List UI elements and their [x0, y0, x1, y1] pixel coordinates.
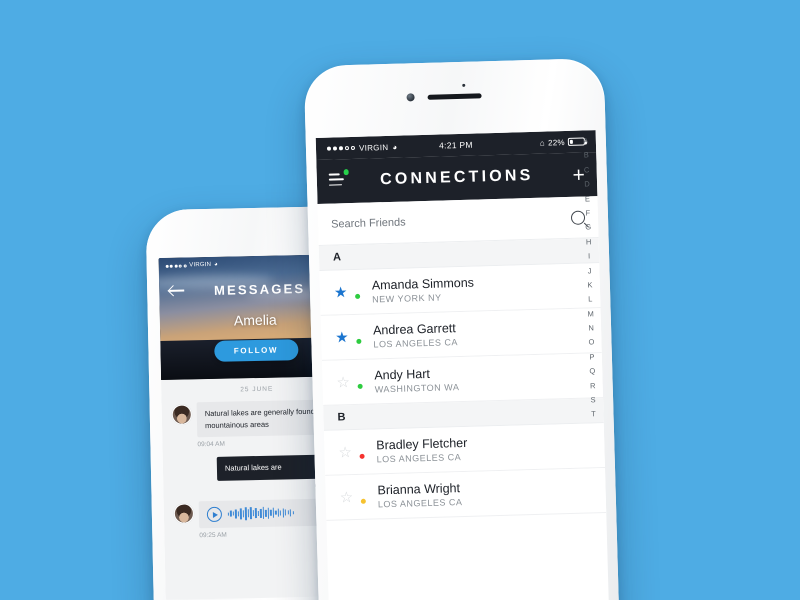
star-outline-icon[interactable]: ☆ — [336, 373, 352, 391]
search-input[interactable]: Search Friends — [331, 216, 406, 230]
proximity-sensor-icon — [462, 83, 466, 87]
earpiece-speaker — [427, 93, 482, 100]
contact-location: LOS ANGELES CA — [376, 452, 462, 465]
contact-row[interactable]: ★ Andrea Garrett LOS ANGELES CA — [320, 308, 602, 361]
contact-row[interactable]: ☆ Andy Hart WASHINGTON WA — [321, 353, 604, 406]
back-arrow-icon[interactable] — [169, 284, 185, 296]
contact-location: LOS ANGELES CA — [377, 497, 463, 510]
contact-row[interactable]: ★ Amanda Simmons NEW YORK NY — [319, 263, 601, 316]
connections-screen: VIRGIN ◕ 4:21 PM ⌂ 22% CONNECTIONS + Sea… — [315, 130, 611, 600]
contact-name: Bradley Fletcher — [376, 435, 468, 453]
contact-name: Amanda Simmons — [371, 275, 475, 293]
contact-name: Andy Hart — [374, 366, 431, 383]
presence-dot-online — [354, 292, 362, 300]
page-title: CONNECTIONS — [379, 166, 534, 189]
carrier-label: VIRGIN — [358, 142, 389, 153]
carrier-label: VIRGIN — [189, 261, 212, 269]
waveform — [227, 506, 294, 521]
presence-dot-busy — [358, 452, 366, 460]
clock: 4:21 PM — [438, 139, 473, 151]
contact-location: LOS ANGELES CA — [373, 337, 459, 350]
contact-meta: Andrea Garrett LOS ANGELES CA — [373, 321, 458, 349]
alphabet-index-m[interactable]: M — [587, 307, 594, 322]
notification-badge-dot — [343, 169, 349, 176]
contact-row[interactable]: ☆ Bradley Fletcher LOS ANGELES CA — [323, 423, 606, 476]
alphabet-index-d[interactable]: D — [584, 178, 590, 193]
play-icon[interactable] — [206, 506, 223, 522]
alphabet-index-p[interactable]: P — [589, 350, 594, 365]
avatar — [173, 503, 195, 524]
alphabet-index-i[interactable]: I — [588, 250, 590, 264]
alphabet-index-s[interactable]: S — [590, 393, 595, 408]
alphabet-index-k[interactable]: K — [587, 278, 592, 293]
hamburger-menu-icon[interactable] — [328, 169, 349, 190]
alphabet-index-o[interactable]: O — [588, 336, 594, 351]
alphabet-index-j[interactable]: J — [587, 264, 591, 278]
star-outline-icon[interactable]: ☆ — [339, 488, 355, 506]
alphabet-index-a[interactable]: A — [583, 134, 588, 149]
alphabet-index-n[interactable]: N — [588, 321, 594, 336]
contact-meta: Amanda Simmons NEW YORK NY — [372, 276, 475, 305]
alphabet-index-b[interactable]: B — [584, 149, 589, 164]
avatar — [171, 404, 193, 425]
front-camera-icon — [406, 93, 415, 102]
alphabet-index-l[interactable]: L — [588, 293, 593, 308]
alphabet-index-g[interactable]: G — [585, 221, 591, 236]
phone-body-front: VIRGIN ◕ 4:21 PM ⌂ 22% CONNECTIONS + Sea… — [303, 57, 621, 600]
contact-location: NEW YORK NY — [372, 292, 442, 305]
alphabet-index-e[interactable]: E — [585, 192, 590, 207]
contact-meta: Brianna Wright LOS ANGELES CA — [377, 481, 462, 509]
contact-name: Andrea Garrett — [372, 321, 456, 338]
alphabet-index-t[interactable]: T — [591, 408, 596, 423]
alphabet-index-r[interactable]: R — [590, 379, 596, 394]
connections-phone: VIRGIN ◕ 4:21 PM ⌂ 22% CONNECTIONS + Sea… — [303, 57, 621, 600]
star-filled-icon[interactable]: ★ — [335, 328, 351, 346]
alphabet-index-c[interactable]: C — [584, 163, 590, 178]
signal-dots-icon — [326, 145, 356, 151]
contact-meta: Bradley Fletcher LOS ANGELES CA — [376, 436, 468, 465]
contact-list[interactable]: A ★ Amanda Simmons NEW YORK NY ★ Andrea Garre… — [318, 238, 607, 521]
battery-percent-label: 22% — [547, 137, 566, 148]
star-outline-icon[interactable]: ☆ — [338, 443, 354, 461]
wifi-icon: ◕ — [392, 142, 398, 152]
follow-button[interactable]: FOLLOW — [213, 339, 299, 362]
alphabet-index-h[interactable]: H — [586, 235, 592, 250]
contact-name: Brianna Wright — [377, 481, 461, 498]
wifi-icon: ◕ — [214, 261, 219, 268]
presence-dot-away — [359, 497, 367, 505]
contact-row[interactable]: ☆ Brianna Wright LOS ANGELES CA — [325, 468, 607, 521]
star-filled-icon[interactable]: ★ — [334, 283, 350, 301]
contact-meta: Andy Hart WASHINGTON WA — [374, 366, 460, 395]
presence-dot-online — [355, 337, 363, 345]
signal-dots-icon — [165, 263, 187, 268]
presence-dot-online — [356, 382, 364, 390]
contact-location: WASHINGTON WA — [374, 382, 460, 395]
navigation-bar: CONNECTIONS + — [316, 152, 598, 204]
alphabet-index-f[interactable]: F — [585, 206, 590, 221]
alphabet-index-q[interactable]: Q — [589, 365, 595, 380]
bluetooth-icon: ⌂ — [539, 138, 546, 148]
